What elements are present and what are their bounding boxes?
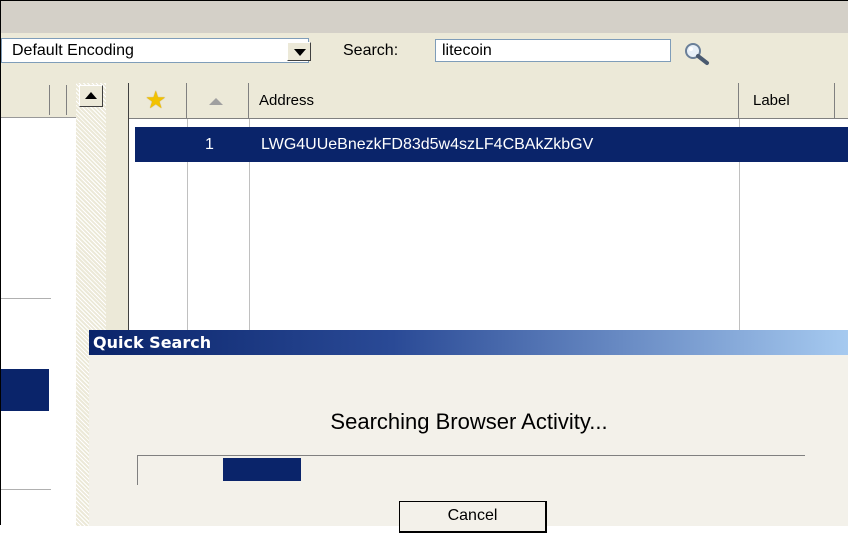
progress-indicator [223,458,301,481]
label-column-header[interactable]: Label [739,83,835,119]
progress-bar [138,456,805,484]
star-icon: ★ [145,87,167,114]
cancel-button[interactable]: Cancel [399,501,547,533]
scroll-up-button[interactable] [79,85,103,107]
row-index-cell: 1 [205,136,214,153]
dialog-message: Searching Browser Activity... [330,409,608,434]
list-separator [1,298,51,299]
quick-search-dialog: Quick Search Searching Browser Activity.… [89,330,848,533]
bookmark-column-header[interactable]: ★ [129,83,187,119]
sort-ascending-icon [209,98,223,105]
selected-list-item[interactable] [1,369,49,411]
extra-column-header[interactable] [835,83,848,119]
app-window: Default Encoding Search: ★ Address L [0,0,848,533]
chevron-up-icon [85,92,97,99]
dialog-body: Searching Browser Activity... Cancel [89,355,848,533]
encoding-dropdown-button[interactable] [287,42,311,61]
dialog-title-bar[interactable]: Quick Search [89,330,848,355]
left-pane [1,83,76,526]
column-divider[interactable] [66,85,67,115]
address-column-header[interactable]: Address [249,83,739,119]
chevron-down-icon [294,49,306,56]
left-pane-header [1,83,76,118]
search-input[interactable] [435,39,671,62]
column-divider[interactable] [49,85,50,115]
search-icon[interactable] [681,40,713,66]
window-top-band [1,1,848,33]
encoding-select[interactable]: Default Encoding [1,38,309,63]
list-separator [1,489,51,490]
address-cell: LWG4UUeBnezkFD83d5w4szLF4CBAkZkbGV [261,136,594,153]
index-column-header[interactable] [187,83,249,119]
search-label: Search: [343,42,399,59]
